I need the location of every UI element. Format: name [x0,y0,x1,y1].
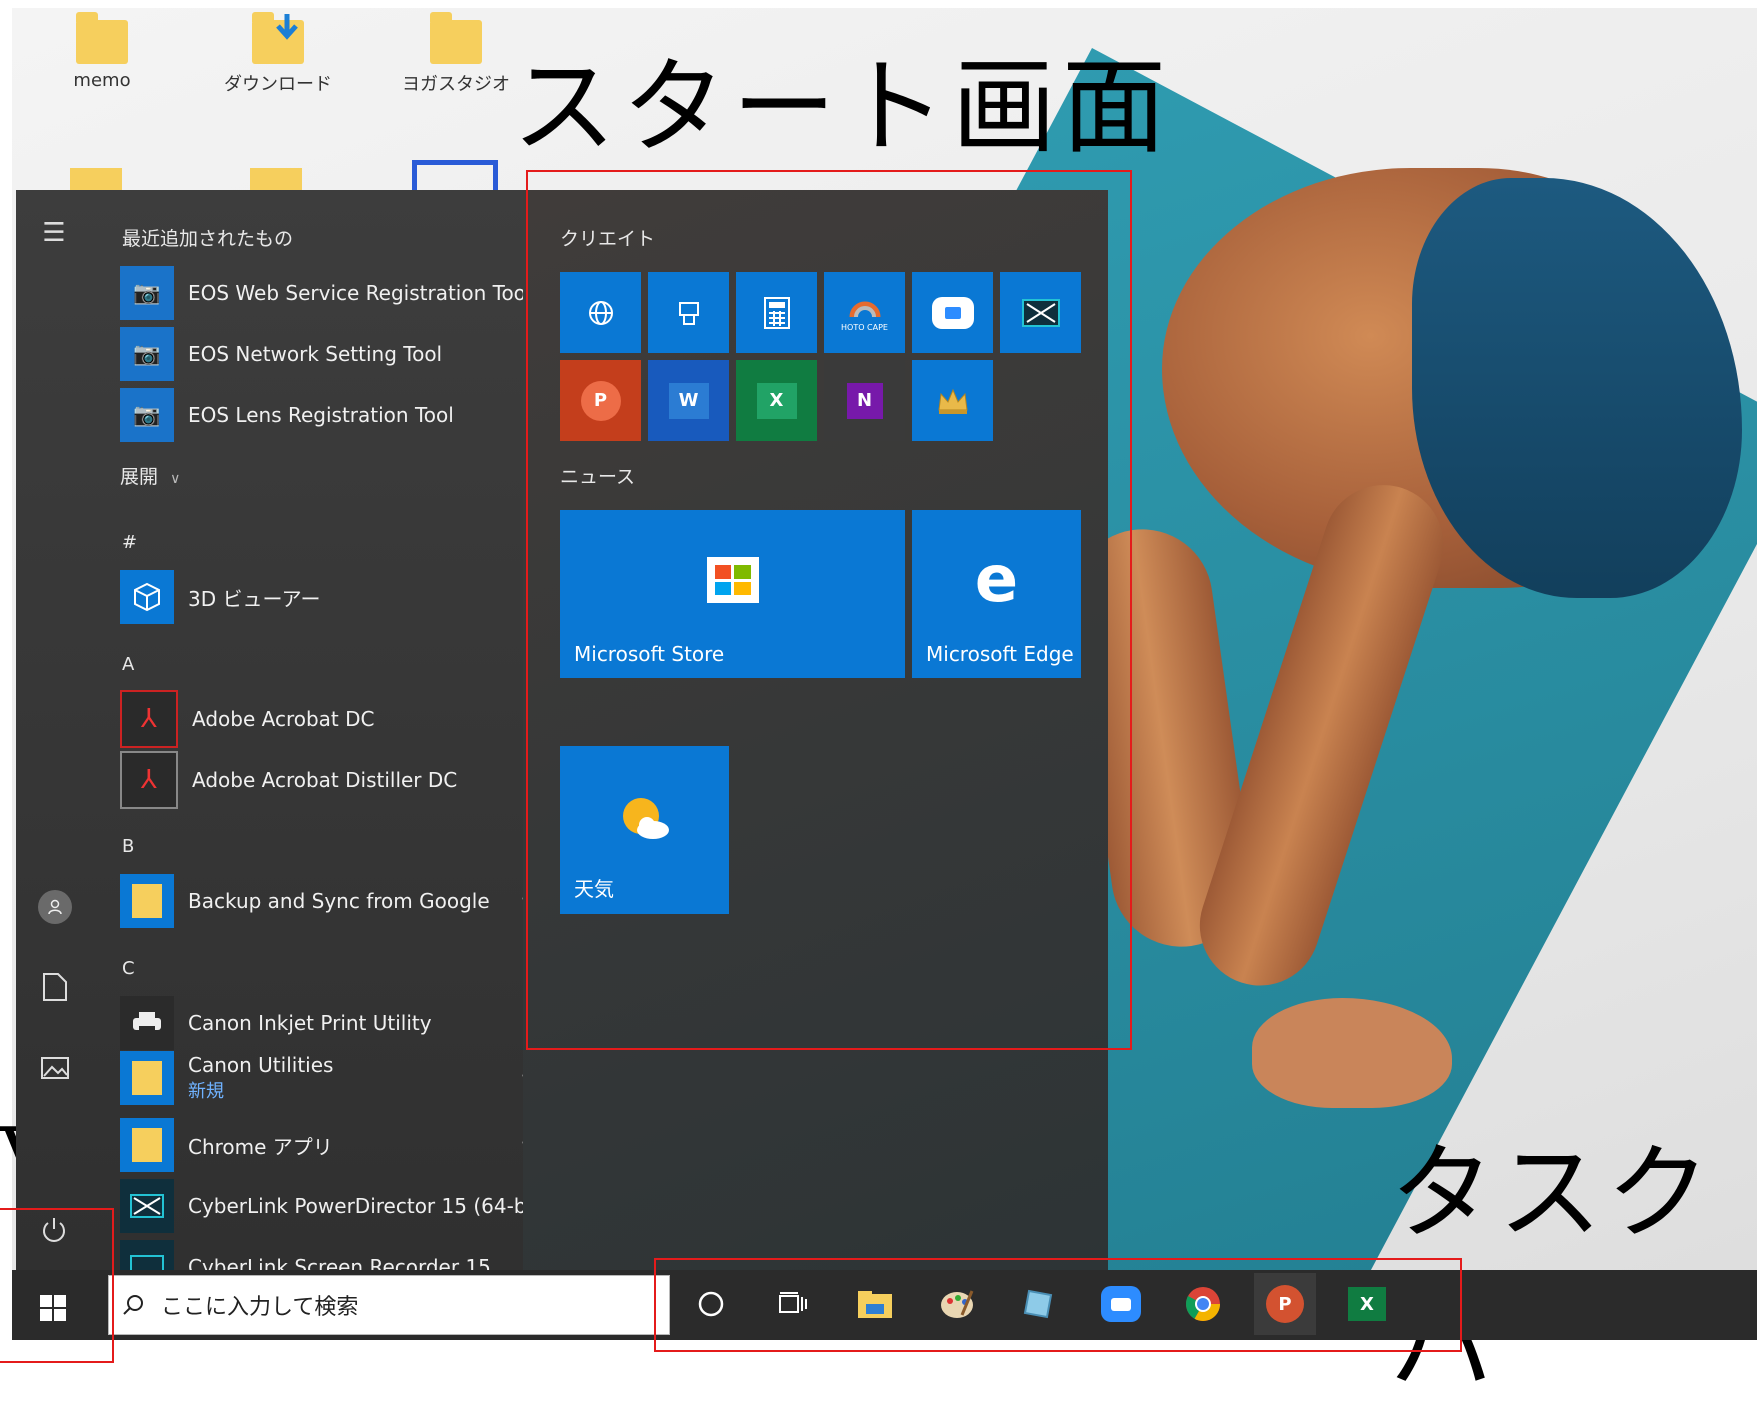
download-folder-icon [252,12,304,64]
desktop-icon-yoga-studio[interactable]: ヨガスタジオ [396,12,516,96]
group-header-b[interactable]: B [122,836,134,857]
annotation-box-start-button [0,1208,114,1363]
annotation-start-screen: スタート画面 [512,46,1173,168]
folder-icon [120,1118,174,1172]
app-name: CyberLink Screen Recorder 15 [188,1255,491,1270]
app-name: EOS Lens Registration Tool [188,403,454,427]
camera-icon: 📷 [120,327,174,381]
app-name: Canon Inkjet Print Utility [188,1011,432,1035]
app-name: Chrome アプリ [188,1134,333,1159]
recent-app-item[interactable]: 📷 EOS Network Setting Tool [120,327,523,381]
expand-label: 展開 [120,466,159,488]
folder-icon [76,12,128,64]
folder-icon [70,168,122,190]
app-list-item[interactable]: Canon Inkjet Print Utility [120,996,523,1050]
app-name: Backup and Sync from Google [188,889,490,913]
desktop-icon-memo[interactable]: memo [42,12,162,91]
folder-icon [120,1051,174,1105]
group-header-a[interactable]: A [122,654,134,675]
folder-icon [120,874,174,928]
desktop-icon-label: ヨガスタジオ [402,74,510,95]
app-list-item[interactable]: ⅄ Adobe Acrobat DC [120,690,523,748]
app-name: CyberLink PowerDirector 15 (64-bit) [188,1194,523,1218]
pictures-icon[interactable] [40,1056,70,1084]
user-icon[interactable] [38,890,72,924]
taskbar-search-box[interactable]: ここに入力して検索 [108,1275,670,1335]
new-badge: 新規 [188,1081,224,1102]
acrobat-icon: ⅄ [120,690,178,748]
app-name: Canon Utilities [188,1053,334,1077]
folder-icon [430,12,482,64]
annotation-box-start-screen [526,170,1132,1050]
wallpaper-figure-shorts [1412,178,1742,598]
printer-icon [120,996,174,1050]
app-list-item[interactable]: Backup and Sync from Google ∨ [120,874,523,928]
app-list-item[interactable]: CyberLink Screen Recorder 15 [120,1240,523,1270]
chevron-down-icon: ∨ [170,471,181,487]
recent-app-item[interactable]: 📷 EOS Lens Registration Tool [120,388,523,442]
app-name: 3D ビューアー [188,586,321,611]
group-header-c[interactable]: C [122,958,135,979]
folder-icon [250,168,302,190]
powerdirector-icon [120,1179,174,1233]
annotation-box-taskbar [654,1258,1462,1352]
app-name: EOS Web Service Registration Tool [188,281,523,305]
app-list-item[interactable]: 3D ビューアー [120,570,523,624]
cube-icon [120,570,174,624]
expand-button[interactable]: 展開 ∨ [120,462,180,489]
app-name: Adobe Acrobat DC [192,707,375,731]
desktop-icon-label: memo [73,70,131,91]
app-shortcut-icon [412,160,498,190]
camera-icon: 📷 [120,388,174,442]
desktop-icon-downloads[interactable]: ダウンロード [218,12,338,96]
search-placeholder: ここに入力して検索 [161,1295,359,1320]
start-menu-app-list: ☰ 最近追加されたもの 📷 EOS Web Service Registrati… [16,190,523,1270]
hamburger-icon[interactable]: ☰ [34,218,74,248]
recent-section-title: 最近追加されたもの [122,228,294,250]
screen-recorder-icon [120,1240,174,1270]
document-icon[interactable] [42,972,68,1006]
recent-app-item[interactable]: 📷 EOS Web Service Registration Tool [120,266,523,320]
search-icon [123,1295,143,1315]
app-list-item[interactable]: ⅄ Adobe Acrobat Distiller DC [120,751,523,809]
group-header-hash[interactable]: # [122,532,137,553]
camera-icon: 📷 [120,266,174,320]
app-name: Adobe Acrobat Distiller DC [192,768,458,792]
app-list-item[interactable]: Chrome アプリ ∨ [120,1118,523,1172]
app-list-item[interactable]: CyberLink PowerDirector 15 (64-bit) [120,1179,523,1233]
desktop-icon-label: ダウンロード [224,74,332,95]
acrobat-distiller-icon: ⅄ [120,751,178,809]
app-name: EOS Network Setting Tool [188,342,443,366]
app-list-item[interactable]: Canon Utilities 新規 ∨ [120,1048,523,1108]
